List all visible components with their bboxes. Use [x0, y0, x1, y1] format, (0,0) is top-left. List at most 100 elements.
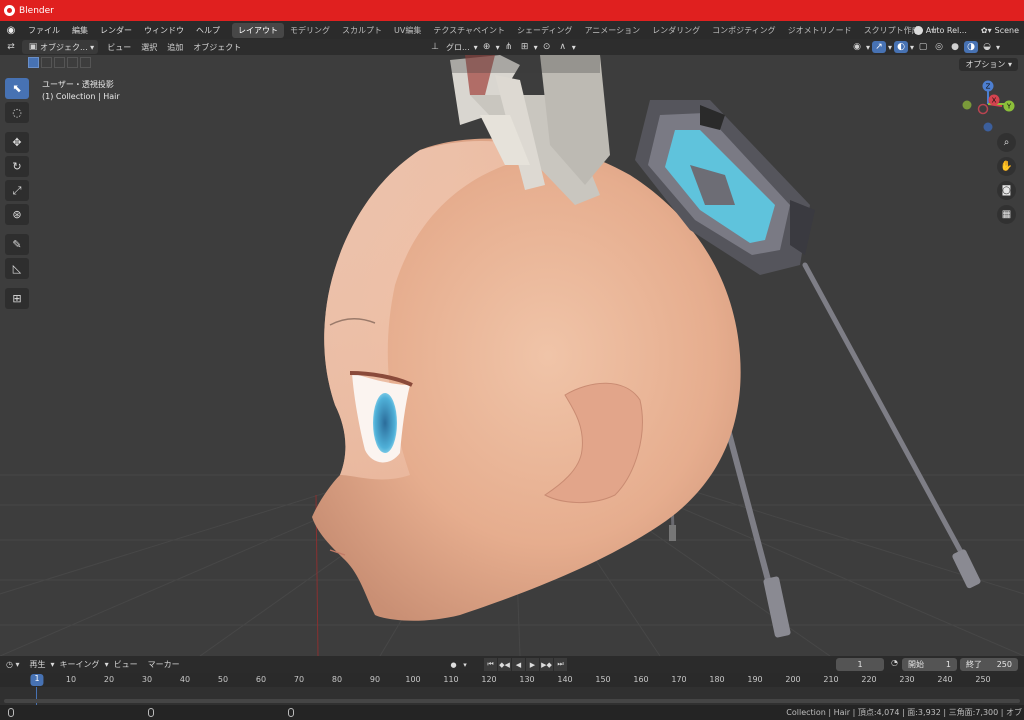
3d-viewport[interactable]: ユーザー・透視投影 (1) Collection | Hair: [0, 55, 1024, 656]
mode-selector[interactable]: ▣ オブジェク... ▾: [22, 40, 99, 54]
pan-hand-icon[interactable]: ✋: [997, 157, 1016, 176]
menu-select[interactable]: 選択: [136, 42, 162, 53]
camera-view-icon[interactable]: ◙: [997, 181, 1016, 200]
prev-keyframe-icon[interactable]: ◆◀: [498, 658, 511, 671]
chevron-down-icon: ▾: [866, 42, 871, 52]
end-frame-field[interactable]: 終了 250: [960, 658, 1018, 671]
move-tool-icon[interactable]: ✥: [5, 132, 29, 153]
rotate-tool-icon[interactable]: ↻: [5, 156, 29, 177]
chevron-down-icon: ▾: [463, 660, 467, 669]
tab-animation[interactable]: アニメーション: [578, 23, 646, 38]
play-icon[interactable]: ▶: [526, 658, 539, 671]
cursor-tool-icon[interactable]: ◌: [5, 102, 29, 123]
solid-shading-icon[interactable]: ●: [948, 41, 962, 53]
current-frame-field[interactable]: 1: [836, 658, 884, 671]
menu-add[interactable]: 追加: [162, 42, 188, 53]
stopwatch-icon[interactable]: ◔: [886, 658, 903, 667]
frame-tick: 140: [557, 675, 573, 684]
navigation-gizmo[interactable]: Z X Y: [958, 78, 1018, 138]
orientation-selector[interactable]: グロ...: [444, 42, 472, 53]
menu-help[interactable]: ヘルプ: [190, 25, 226, 36]
snap-icon[interactable]: ⋔: [502, 41, 516, 53]
frame-ruler[interactable]: 1 10 20 30 40 50 60 70 80 90 100 110 120…: [0, 673, 1024, 687]
options-button[interactable]: オプション ▾: [959, 58, 1018, 71]
select-set-icon[interactable]: [28, 57, 39, 68]
frame-tick: 10: [65, 675, 77, 684]
scale-tool-icon[interactable]: ⤢: [5, 180, 29, 201]
select-subtract-icon[interactable]: [54, 57, 65, 68]
pivot-icon[interactable]: ⊕: [480, 41, 494, 53]
visibility-icon[interactable]: ◉: [850, 41, 864, 53]
record-icon[interactable]: ●: [447, 658, 460, 671]
tab-uv-editing[interactable]: UV編集: [388, 23, 427, 38]
falloff-icon[interactable]: ∧: [556, 41, 570, 53]
annotate-tool-icon[interactable]: ✎: [5, 234, 29, 255]
jump-end-icon[interactable]: ⏭: [554, 658, 567, 671]
frame-tick: 210: [823, 675, 839, 684]
gizmo-toggle-icon[interactable]: ↗: [872, 41, 887, 53]
proportional-edit-icon[interactable]: ⊙: [540, 41, 554, 53]
tab-shading[interactable]: シェーディング: [511, 23, 578, 38]
snap-target-icon[interactable]: ⊞: [518, 41, 532, 53]
editor-type-icon[interactable]: ⇄: [4, 41, 18, 53]
frame-tick: 110: [443, 675, 459, 684]
tab-sculpt[interactable]: スカルプト: [336, 23, 388, 38]
status-bar: Collection | Hair | 頂点:4,074 | 面:3,932 |…: [0, 705, 1024, 720]
frame-tick: 230: [899, 675, 915, 684]
perspective-grid-icon[interactable]: ▦: [997, 205, 1016, 224]
select-extend-icon[interactable]: [41, 57, 52, 68]
material-shading-icon[interactable]: ◑: [964, 41, 979, 53]
select-intersect-icon[interactable]: [80, 57, 91, 68]
measure-tool-icon[interactable]: ◺: [5, 258, 29, 279]
tab-modeling[interactable]: モデリング: [284, 23, 336, 38]
add-cube-tool-icon[interactable]: ⊞: [5, 288, 29, 309]
select-tool-icon[interactable]: ⬉: [5, 78, 29, 99]
next-keyframe-icon[interactable]: ▶◆: [540, 658, 553, 671]
menu-timeline-view[interactable]: ビュー: [109, 659, 143, 670]
rendered-shading-icon[interactable]: ◒: [980, 41, 994, 53]
tab-layout[interactable]: レイアウト: [232, 22, 284, 38]
frame-tick: 50: [217, 675, 229, 684]
frame-tick: 60: [255, 675, 267, 684]
menu-edit[interactable]: 編集: [66, 25, 94, 36]
current-frame-marker[interactable]: 1: [30, 674, 44, 686]
start-frame-field[interactable]: 開始 1: [902, 658, 957, 671]
menu-render[interactable]: レンダー: [94, 25, 138, 36]
blender-menu-icon[interactable]: ◉: [0, 25, 22, 36]
tab-compositing[interactable]: コンポジティング: [706, 23, 782, 38]
tab-rendering[interactable]: レンダリング: [646, 23, 706, 38]
transform-tool-icon[interactable]: ⊛: [5, 204, 29, 225]
zoom-icon[interactable]: ⌕: [997, 133, 1016, 152]
scene-selector[interactable]: ✿▾ Scene: [976, 26, 1024, 35]
menu-window[interactable]: ウィンドウ: [138, 25, 190, 36]
tab-geometry-nodes[interactable]: ジオメトリノード: [782, 23, 858, 38]
frame-tick: 220: [861, 675, 877, 684]
svg-text:X: X: [992, 97, 997, 105]
viewport-info: ユーザー・透視投影 (1) Collection | Hair: [42, 79, 120, 103]
auto-run-icon: [913, 25, 923, 35]
menu-object[interactable]: オブジェクト: [188, 42, 246, 53]
menu-file[interactable]: ファイル: [22, 25, 66, 36]
orientation-icon[interactable]: ⊥: [428, 41, 442, 53]
auto-run-toggle[interactable]: Auto Rel...: [909, 25, 972, 35]
wireframe-shading-icon[interactable]: ◎: [932, 41, 946, 53]
menu-marker[interactable]: マーカー: [143, 659, 185, 670]
menu-playback[interactable]: 再生: [25, 659, 51, 670]
gizmo-neg-y-icon: [962, 100, 972, 110]
select-invert-icon[interactable]: [67, 57, 78, 68]
clock-icon[interactable]: ◷ ▾: [0, 660, 25, 669]
timeline-scrollbar[interactable]: [4, 699, 1020, 703]
jump-start-icon[interactable]: ⏮: [484, 658, 497, 671]
end-value: 250: [996, 660, 1012, 669]
timeline-area[interactable]: [0, 687, 1024, 705]
select-mode-row: [28, 57, 91, 70]
frame-tick: 90: [369, 675, 381, 684]
tab-texture-paint[interactable]: テクスチャペイント: [427, 23, 511, 38]
chevron-down-icon: ▾: [495, 42, 500, 52]
xray-icon[interactable]: ▢: [916, 41, 930, 53]
overlay-toggle-icon[interactable]: ◐: [894, 41, 909, 53]
menu-keying[interactable]: キーイング: [55, 659, 105, 670]
mode-label: オブジェク...: [40, 42, 88, 52]
menu-view[interactable]: ビュー: [102, 42, 136, 53]
play-reverse-icon[interactable]: ◀: [512, 658, 525, 671]
